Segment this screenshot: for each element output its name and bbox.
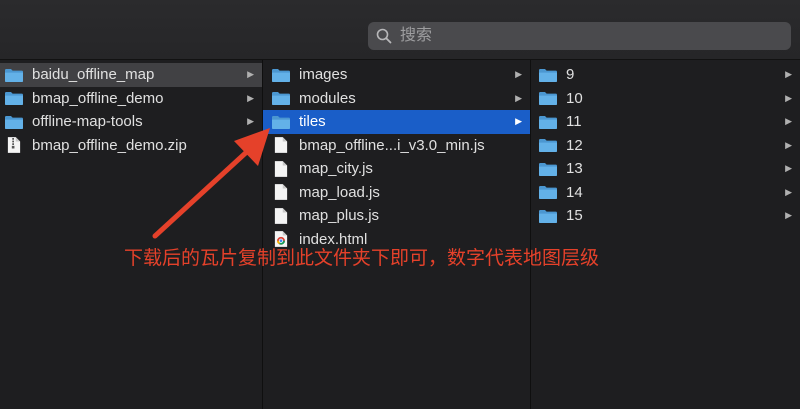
chevron-right-icon: ▶ <box>247 116 254 127</box>
chevron-right-icon: ▶ <box>785 92 792 103</box>
search-field[interactable] <box>368 22 791 50</box>
folder-icon <box>538 160 558 178</box>
chevron-right-icon: ▶ <box>515 69 522 80</box>
item-label: 14 <box>566 183 583 201</box>
item-label: tiles <box>299 113 326 131</box>
folder-item-images[interactable]: images ▶ <box>263 63 530 87</box>
folder-item-modules[interactable]: modules ▶ <box>263 87 530 111</box>
item-label: bmap_offline...i_v3.0_min.js <box>299 136 485 154</box>
chevron-right-icon: ▶ <box>785 69 792 80</box>
column-1[interactable]: baidu_offline_map ▶ bmap_offline_demo ▶ offl… <box>0 60 263 409</box>
item-label: bmap_offline_demo <box>32 89 164 107</box>
folder-item-14[interactable]: 14 ▶ <box>531 181 800 205</box>
chevron-right-icon: ▶ <box>515 116 522 127</box>
annotation-text: 下载后的瓦片复制到此文件夹下即可，数字代表地图层级 <box>124 247 600 269</box>
item-label: offline-map-tools <box>32 113 143 131</box>
folder-item-10[interactable]: 10 ▶ <box>531 87 800 111</box>
item-label: modules <box>299 89 356 107</box>
file-item-bmap-offline-demo-zip[interactable]: bmap_offline_demo.zip <box>0 134 262 158</box>
item-label: bmap_offline_demo.zip <box>32 136 187 154</box>
item-label: 9 <box>566 66 575 84</box>
folder-item-offline-map-tools[interactable]: offline-map-tools ▶ <box>0 110 262 134</box>
chevron-right-icon: ▶ <box>785 116 792 127</box>
search-icon <box>376 28 392 44</box>
folder-icon <box>4 113 24 131</box>
chevron-right-icon: ▶ <box>247 92 254 103</box>
folder-item-13[interactable]: 13 ▶ <box>531 157 800 181</box>
file-item-bmap-offline-i-v3-0-min-js[interactable]: bmap_offline...i_v3.0_min.js <box>263 134 530 158</box>
file-item-map-plus-js[interactable]: map_plus.js <box>263 204 530 228</box>
item-label: 10 <box>566 89 583 107</box>
item-label: images <box>299 66 348 84</box>
item-label: baidu_offline_map <box>32 66 155 84</box>
folder-item-9[interactable]: 9 ▶ <box>531 63 800 87</box>
column-browser: baidu_offline_map ▶ bmap_offline_demo ▶ offl… <box>0 60 800 409</box>
item-label: 11 <box>566 113 582 131</box>
file-item-map-load-js[interactable]: map_load.js <box>263 181 530 205</box>
folder-icon <box>538 89 558 107</box>
folder-icon <box>538 113 558 131</box>
folder-item-15[interactable]: 15 ▶ <box>531 204 800 228</box>
document-icon <box>271 207 291 225</box>
chevron-right-icon: ▶ <box>785 210 792 221</box>
folder-icon <box>538 183 558 201</box>
document-icon <box>271 136 291 154</box>
file-item-map-city-js[interactable]: map_city.js <box>263 157 530 181</box>
chevron-right-icon: ▶ <box>247 69 254 80</box>
folder-item-11[interactable]: 11 ▶ <box>531 110 800 134</box>
chevron-right-icon: ▶ <box>785 163 792 174</box>
folder-icon <box>538 66 558 84</box>
folder-icon <box>538 136 558 154</box>
folder-icon <box>271 113 291 131</box>
finder-toolbar <box>0 0 800 60</box>
folder-item-baidu-offline-map[interactable]: baidu_offline_map ▶ <box>0 63 262 87</box>
zip-file-icon <box>4 136 24 154</box>
item-label: 13 <box>566 160 583 178</box>
chevron-right-icon: ▶ <box>785 186 792 197</box>
column-2[interactable]: images ▶ modules ▶ tiles ▶ bmap_offline...i_v3… <box>263 60 531 409</box>
folder-icon <box>538 207 558 225</box>
item-label: map_city.js <box>299 160 373 178</box>
folder-item-bmap-offline-demo[interactable]: bmap_offline_demo ▶ <box>0 87 262 111</box>
folder-icon <box>271 89 291 107</box>
document-icon <box>271 160 291 178</box>
item-label: 15 <box>566 207 583 225</box>
column-3[interactable]: 9 ▶ 10 ▶ 11 ▶ 12 ▶ 13 ▶ 14 ▶ 15 ▶ <box>531 60 800 409</box>
item-label: 12 <box>566 136 583 154</box>
folder-icon <box>4 66 24 84</box>
folder-icon <box>271 66 291 84</box>
folder-item-12[interactable]: 12 ▶ <box>531 134 800 158</box>
chevron-right-icon: ▶ <box>785 139 792 150</box>
folder-icon <box>4 89 24 107</box>
folder-item-tiles[interactable]: tiles ▶ <box>263 110 530 134</box>
item-label: map_load.js <box>299 183 380 201</box>
chevron-right-icon: ▶ <box>515 92 522 103</box>
document-icon <box>271 183 291 201</box>
item-label: map_plus.js <box>299 207 380 225</box>
search-input[interactable] <box>398 26 782 46</box>
